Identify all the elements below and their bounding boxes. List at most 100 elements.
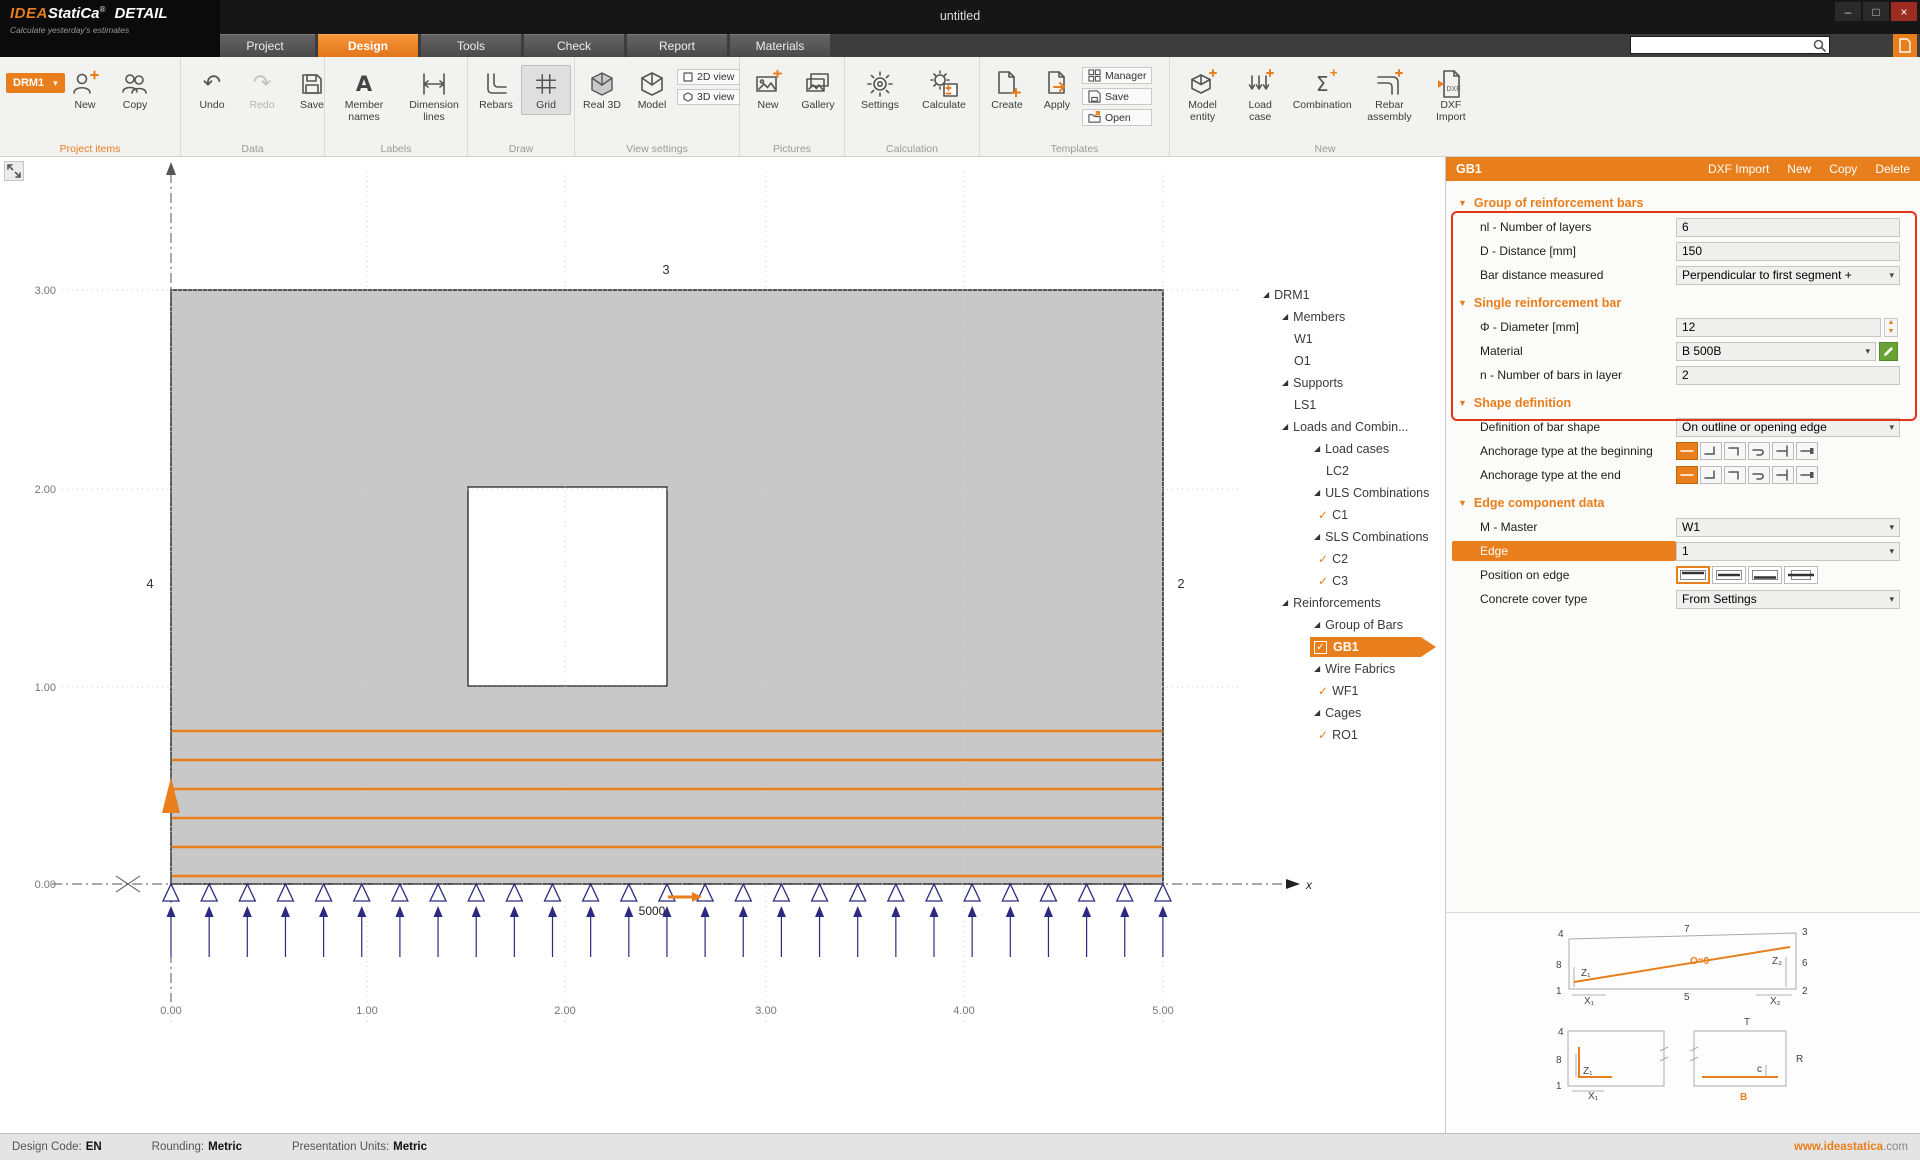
master-select[interactable]: W1 ▾ [1676,518,1900,537]
model-view-button[interactable]: Model [627,65,677,115]
dimension-lines-button[interactable]: Dimension lines [399,65,469,126]
section-group-of-reinforcement-bars[interactable]: ▼ Group of reinforcement bars [1446,191,1920,215]
new-load-case-button[interactable]: Load case [1233,65,1287,126]
tree-item-drm1[interactable]: ◢DRM1 [1250,284,1445,306]
tab-check[interactable]: Check [524,34,624,57]
position-overhang-option[interactable] [1784,566,1818,584]
tree-item-supports[interactable]: ◢Supports [1250,372,1445,394]
new-action[interactable]: New [1787,162,1811,176]
apply-template-button[interactable]: Apply [1032,65,1082,126]
expand-icon[interactable]: ◢ [1314,489,1320,497]
delete-action[interactable]: Delete [1875,162,1910,176]
2d-view-button[interactable]: 2D view [677,69,740,85]
collapse-icon[interactable]: ▼ [1458,198,1467,208]
template-save-button[interactable]: Save [1082,88,1152,105]
tree-item-group-of-bars[interactable]: ◢Group of Bars [1250,614,1445,636]
material-select[interactable]: B 500B ▾ [1676,342,1876,361]
new-rebar-assembly-button[interactable]: Rebar assembly [1357,65,1421,126]
check-icon[interactable]: ✓ [1318,509,1328,521]
expand-icon[interactable]: ◢ [1263,291,1269,299]
calculate-button[interactable]: Calculate [911,65,977,115]
position-top-option[interactable] [1676,566,1710,584]
redo-button[interactable]: ↷ Redo [237,65,287,115]
member-names-button[interactable]: A Member names [329,65,399,126]
rebars-toggle-button[interactable]: Rebars [471,65,521,115]
section-single-reinforcement-bar[interactable]: ▼ Single reinforcement bar [1446,291,1920,315]
tree-item-lc2[interactable]: LC2 [1250,460,1445,482]
dxf-import-action[interactable]: DXF Import [1708,162,1769,176]
edge-select[interactable]: 1 ▾ [1676,542,1900,561]
number-of-layers-input[interactable]: 6 [1676,218,1900,237]
tab-project[interactable]: Project [215,34,315,57]
tree-item-wire-fabrics[interactable]: ◢Wire Fabrics [1250,658,1445,680]
expand-icon[interactable]: ◢ [1314,621,1320,629]
distance-input[interactable]: 150 [1676,242,1900,261]
diameter-stepper[interactable]: ▲ ▼ [1884,318,1898,337]
tree-item-members[interactable]: ◢Members [1250,306,1445,328]
collapse-icon[interactable]: ▼ [1458,398,1467,408]
expand-icon[interactable]: ◢ [1282,423,1288,431]
drawing-area[interactable]: x 5000 3.00 2.00 1.00 0.00 0.00 1.00 [0,157,1445,1133]
tree-item-c1[interactable]: ✓C1 [1250,504,1445,526]
expand-icon[interactable]: ◢ [1314,445,1320,453]
tab-report[interactable]: Report [627,34,727,57]
check-icon[interactable]: ✓ [1318,575,1328,587]
anchorage-transverse-bar-option[interactable] [1772,466,1794,484]
anchorage-plate-option[interactable] [1796,466,1818,484]
anchorage-loop-option[interactable] [1748,466,1770,484]
diameter-input[interactable]: 12 [1676,318,1881,337]
tree-item-uls-combinations[interactable]: ◢ULS Combinations [1250,482,1445,504]
dxf-import-button[interactable]: DXF DXF Import [1422,65,1480,126]
edit-material-button[interactable] [1879,342,1898,361]
section-shape-definition[interactable]: ▼ Shape definition [1446,391,1920,415]
new-project-item-button[interactable]: New [60,65,110,115]
anchorage-transverse-bar-option[interactable] [1772,442,1794,460]
template-open-button[interactable]: Open [1082,109,1152,126]
gallery-button[interactable]: Gallery [793,65,843,115]
anchorage-plate-option[interactable] [1796,442,1818,460]
project-item-selector[interactable]: DRM1 ▾ [6,73,65,93]
close-button[interactable]: × [1891,2,1917,21]
expand-icon[interactable]: ◢ [1282,379,1288,387]
collapse-icon[interactable]: ▼ [1458,298,1467,308]
minimize-button[interactable]: – [1835,2,1861,21]
tree-item-c3[interactable]: ✓C3 [1250,570,1445,592]
expand-icon[interactable]: ◢ [1282,599,1288,607]
tree-item-gb1-selected[interactable]: ✓ GB1 [1250,636,1445,658]
wall-opening[interactable] [468,487,667,686]
tree-item-sls-combinations[interactable]: ◢SLS Combinations [1250,526,1445,548]
maximize-button[interactable]: □ [1863,2,1889,21]
new-picture-button[interactable]: New [743,65,793,115]
spin-up-icon[interactable]: ▲ [1885,319,1897,328]
line-support[interactable] [163,884,1171,957]
expand-icon[interactable]: ◢ [1314,533,1320,541]
tab-tools[interactable]: Tools [421,34,521,57]
tab-materials[interactable]: Materials [730,34,830,57]
undo-button[interactable]: ↶ Undo [187,65,237,115]
bar-shape-definition-select[interactable]: On outline or opening edge ▾ [1676,418,1900,437]
section-edge-component-data[interactable]: ▼ Edge component data [1446,491,1920,515]
tree-item-o1[interactable]: O1 [1250,350,1445,372]
real-3d-button[interactable]: Real 3D [577,65,627,115]
help-button[interactable] [1893,34,1917,57]
tree-item-loads[interactable]: ◢Loads and Combin... [1250,416,1445,438]
anchorage-hook-up-option[interactable] [1700,466,1722,484]
anchorage-hook-down-option[interactable] [1724,466,1746,484]
copy-project-item-button[interactable]: Copy [110,65,160,115]
bar-distance-measured-select[interactable]: Perpendicular to first segment + ▾ [1676,266,1900,285]
tree-item-load-cases[interactable]: ◢Load cases [1250,438,1445,460]
template-manager-button[interactable]: Manager [1082,67,1152,84]
new-model-entity-button[interactable]: Model entity [1172,65,1233,126]
spin-down-icon[interactable]: ▼ [1885,327,1897,336]
anchorage-loop-option[interactable] [1748,442,1770,460]
gb1-checkbox[interactable]: ✓ [1314,641,1327,654]
grid-toggle-button[interactable]: Grid [521,65,571,115]
concrete-cover-type-select[interactable]: From Settings ▾ [1676,590,1900,609]
position-bottom-option[interactable] [1748,566,1782,584]
check-icon[interactable]: ✓ [1318,729,1328,741]
tree-item-ro1[interactable]: ✓RO1 [1250,724,1445,746]
expand-icon[interactable]: ◢ [1314,665,1320,673]
anchorage-straight-option[interactable] [1676,442,1698,460]
fit-view-button[interactable] [4,161,24,181]
3d-view-button[interactable]: 3D view [677,89,740,105]
